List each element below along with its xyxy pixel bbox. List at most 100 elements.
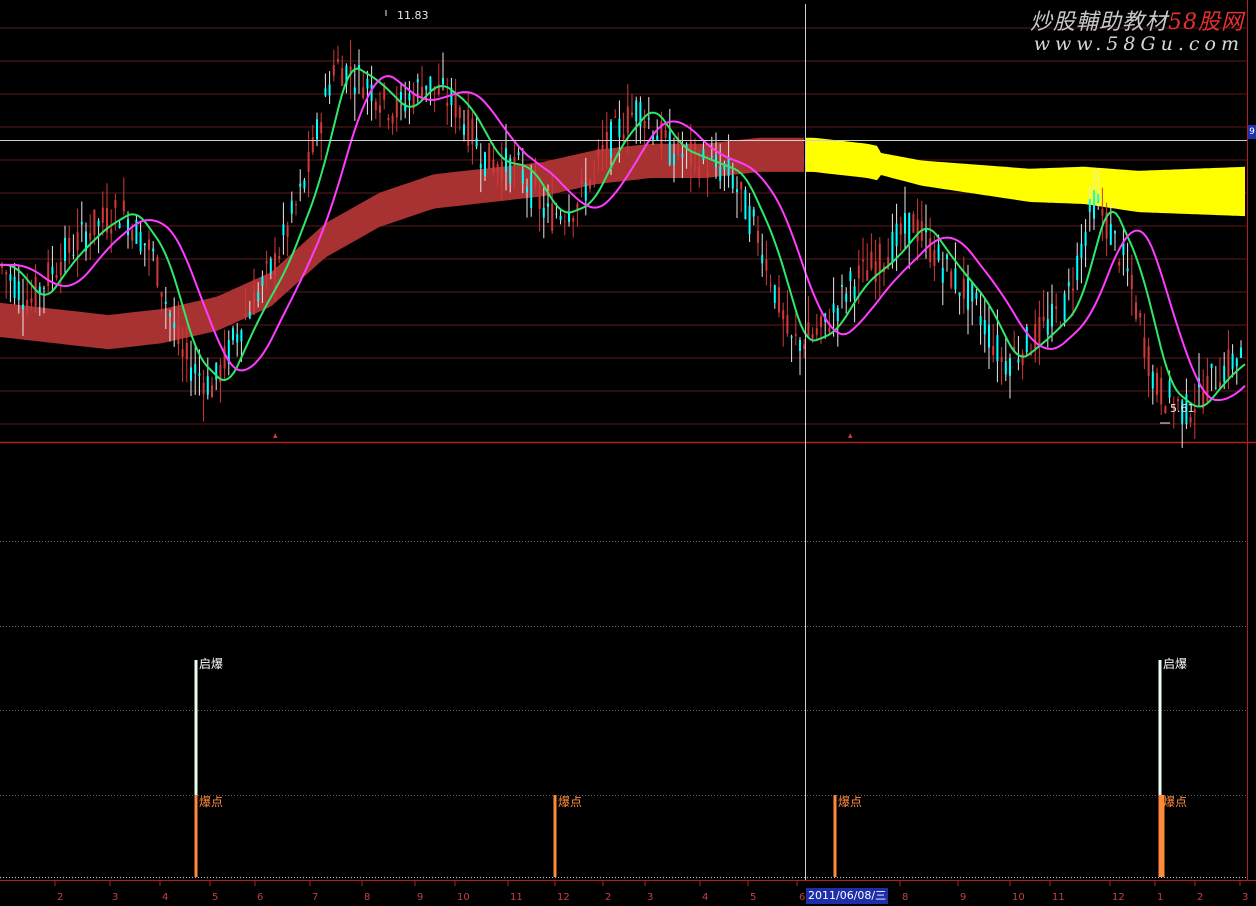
candle-body bbox=[1147, 346, 1150, 376]
candle-body bbox=[614, 116, 617, 118]
candle-body bbox=[1042, 316, 1045, 322]
candle-body bbox=[778, 287, 780, 313]
candle-body bbox=[181, 349, 184, 357]
candle-body bbox=[744, 189, 747, 220]
candle-body bbox=[122, 200, 125, 212]
candle-body bbox=[710, 155, 713, 158]
candle-body bbox=[1118, 261, 1121, 266]
candle-body bbox=[295, 204, 297, 206]
candle-body bbox=[59, 262, 62, 276]
candle-body bbox=[1160, 378, 1163, 405]
candle-body bbox=[97, 220, 100, 226]
qibao-bar bbox=[194, 660, 198, 796]
candle-body bbox=[673, 153, 675, 165]
candle-body bbox=[551, 203, 554, 231]
candle-body bbox=[311, 137, 314, 153]
candle-body bbox=[971, 282, 974, 302]
candle-body bbox=[492, 159, 495, 173]
candle-body bbox=[316, 119, 318, 140]
qibao-bar bbox=[1158, 660, 1162, 796]
candle-body bbox=[542, 207, 545, 218]
candle-body bbox=[1076, 255, 1079, 280]
candle-body bbox=[967, 278, 969, 310]
ribbon-future bbox=[805, 137, 1245, 217]
candle-body bbox=[1126, 268, 1129, 272]
axis-band bbox=[0, 881, 1256, 906]
candle-body bbox=[13, 276, 16, 299]
candle-body bbox=[1017, 359, 1020, 363]
candle-body bbox=[341, 68, 344, 86]
candle-body bbox=[93, 209, 96, 235]
candle-body bbox=[828, 327, 831, 333]
candle-body bbox=[1093, 190, 1095, 219]
candle-body bbox=[862, 259, 864, 262]
candle-body bbox=[202, 382, 205, 395]
candle-body bbox=[988, 324, 990, 348]
stock-chart: ▴ ▴ 启爆 启爆爆点 爆点 爆点 爆点 2 3 4 5 6 7 8 9 10 11 12 2 3 4 5 6 8 9 10 1… bbox=[0, 0, 1256, 906]
axis-tick-label: 4 bbox=[162, 892, 168, 903]
axis-tick-label: 11 bbox=[510, 892, 523, 903]
candle-body bbox=[643, 121, 646, 129]
axis-tick-label: 2 bbox=[57, 892, 63, 903]
candle-body bbox=[286, 225, 289, 237]
candle-body bbox=[278, 255, 281, 259]
candle-body bbox=[740, 182, 743, 190]
axis-tick-label: 3 bbox=[647, 892, 653, 903]
candle-body bbox=[1084, 231, 1087, 246]
candle-body bbox=[1214, 387, 1217, 389]
candle-body bbox=[240, 330, 243, 342]
candle-body bbox=[962, 278, 965, 299]
candle-body bbox=[408, 93, 411, 101]
candle-body bbox=[1235, 359, 1238, 367]
candle-body bbox=[580, 179, 583, 184]
divider-marker: ▴ bbox=[273, 431, 278, 441]
candle-body bbox=[274, 253, 276, 275]
candle-body bbox=[832, 303, 835, 313]
candle-body bbox=[530, 173, 533, 209]
candle-body bbox=[1009, 358, 1011, 376]
candle-body bbox=[282, 224, 285, 236]
candle-body bbox=[979, 315, 982, 326]
candle-body bbox=[790, 336, 793, 338]
candle-body bbox=[782, 310, 785, 320]
axis-tick-label: 5 bbox=[212, 892, 218, 903]
axis-tick-label: 12 bbox=[1112, 892, 1125, 903]
baodian-label: 爆点 bbox=[558, 795, 582, 809]
candle-body bbox=[101, 207, 104, 223]
candle-body bbox=[332, 65, 335, 76]
candle-body bbox=[689, 141, 692, 166]
candle-body bbox=[706, 171, 709, 178]
candle-body bbox=[517, 152, 520, 156]
candle-body bbox=[244, 313, 247, 318]
candle-body bbox=[589, 179, 591, 189]
candle-body bbox=[866, 270, 869, 281]
candle-body bbox=[185, 342, 188, 360]
baodian-bar bbox=[553, 795, 557, 877]
axis-tick-label: 10 bbox=[1012, 892, 1025, 903]
candle-body bbox=[1072, 288, 1074, 291]
candle-body bbox=[1130, 274, 1133, 289]
candle-body bbox=[925, 229, 927, 233]
candle-body bbox=[500, 161, 503, 182]
candle-body bbox=[929, 238, 932, 263]
candle-body bbox=[22, 304, 24, 310]
candle-body bbox=[937, 244, 940, 261]
candle-body bbox=[299, 183, 302, 187]
candle-body bbox=[118, 223, 121, 229]
candle-body bbox=[463, 124, 465, 135]
candle-body bbox=[1206, 376, 1209, 402]
candle-body bbox=[555, 213, 558, 215]
candle-body bbox=[547, 203, 549, 207]
candle-body bbox=[17, 281, 20, 301]
candle-body bbox=[139, 231, 142, 252]
candle-body bbox=[387, 118, 390, 121]
candle-body bbox=[563, 221, 566, 223]
candle-body bbox=[841, 285, 843, 287]
candle-body bbox=[773, 285, 776, 303]
candle-body bbox=[173, 322, 176, 329]
candle-body bbox=[1227, 349, 1230, 377]
candle-body bbox=[114, 200, 117, 208]
axis-tick-label: 8 bbox=[902, 892, 908, 903]
candle-body bbox=[1046, 318, 1049, 335]
candle-body bbox=[248, 311, 251, 319]
